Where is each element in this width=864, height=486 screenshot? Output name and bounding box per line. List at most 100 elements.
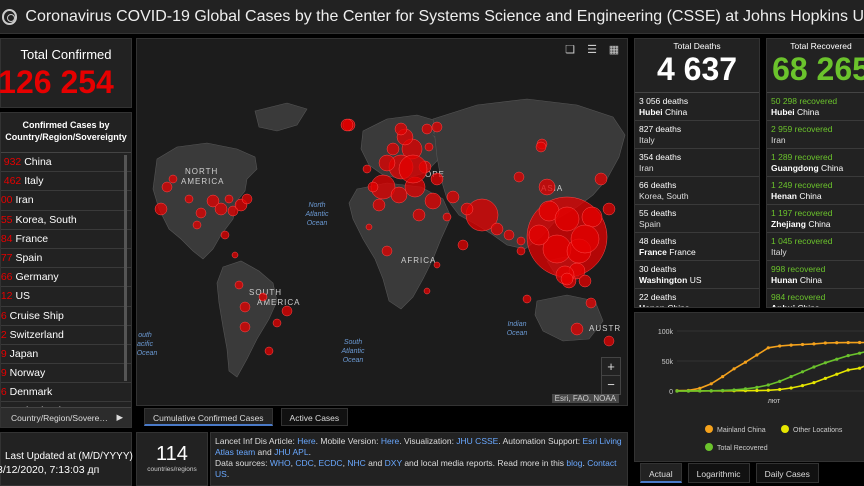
last-updated-label: Last Updated at (M/D/YYYY) xyxy=(5,451,133,462)
recovered-place-primary: Henan xyxy=(771,191,797,201)
jhu-csse-link[interactable]: JHU CSSE xyxy=(456,436,498,446)
recovered-list-item[interactable]: 2 959 recovered Iran xyxy=(767,121,864,149)
grid-icon[interactable]: ▦ xyxy=(607,43,621,57)
tab-active-cases[interactable]: Active Cases xyxy=(280,408,349,426)
chart-point xyxy=(800,342,805,347)
country-panel-header-line1: Confirmed Cases by xyxy=(22,120,110,130)
deaths-list-item[interactable]: 30 deaths Washington US xyxy=(635,261,759,289)
recovered-list[interactable]: 50 298 recovered Hubei China 2 959 recover… xyxy=(767,92,864,308)
blog-link[interactable]: blog xyxy=(566,458,582,468)
svg-text:Atlantic: Atlantic xyxy=(341,348,365,355)
chart-x-axis-label: лют xyxy=(768,398,781,405)
country-list-scrollbar[interactable] xyxy=(124,155,127,381)
header-bar: Coronavirus COVID-19 Global Cases by the… xyxy=(0,0,864,34)
country-list-item[interactable]: 39 Japan xyxy=(1,345,131,365)
deaths-list-item[interactable]: 48 deaths France France xyxy=(635,233,759,261)
country-list-item[interactable]: 966 Germany xyxy=(1,268,131,288)
deaths-list-item[interactable]: 55 deaths Spain xyxy=(635,205,759,233)
total-confirmed-label: Total Confirmed xyxy=(20,47,112,62)
deaths-place-primary: Henan xyxy=(639,303,665,308)
tab-cumulative-confirmed[interactable]: Cumulative Confirmed Cases xyxy=(144,408,273,426)
zoom-in-button[interactable]: + xyxy=(602,358,620,376)
chart-point xyxy=(835,372,839,376)
mobile-version-link[interactable]: Here xyxy=(381,436,399,446)
country-list-item[interactable]: 755 Korea, South xyxy=(1,211,131,230)
tab-logarithmic[interactable]: Logarithmic xyxy=(687,463,750,483)
chart-legend-label: Total Recovered xyxy=(717,445,768,452)
cdc-link[interactable]: CDC xyxy=(295,458,313,468)
country-case-count: 52 xyxy=(1,328,7,341)
chart-point xyxy=(812,342,816,346)
dxy-link[interactable]: DXY xyxy=(385,458,402,468)
lancet-article-link[interactable]: Here xyxy=(297,436,315,446)
recovered-list-item[interactable]: 1 249 recovered Henan China xyxy=(767,177,864,205)
next-arrow-icon[interactable]: ▶ xyxy=(116,412,123,423)
nhc-link[interactable]: NHC xyxy=(347,458,365,468)
svg-text:North: North xyxy=(308,202,325,209)
country-case-count: 29 xyxy=(1,367,7,380)
country-list-item[interactable]: 284 France xyxy=(1,230,131,249)
jhu-apl-link[interactable]: JHU APL xyxy=(274,447,309,457)
deaths-list-item[interactable]: 3 056 deaths Hubei China xyxy=(635,93,759,121)
zoom-out-button[interactable]: − xyxy=(602,376,620,394)
list-icon[interactable]: ☰ xyxy=(585,43,599,57)
who-link[interactable]: WHO xyxy=(270,458,291,468)
deaths-list[interactable]: 3 056 deaths Hubei China 827 deaths Italy 35… xyxy=(635,92,759,308)
country-name: Iran xyxy=(15,194,34,207)
deaths-place-secondary: Korea, South xyxy=(639,191,689,201)
cases-chart[interactable]: 100k 50k 0 лют Mainland China Other Locations… xyxy=(635,313,864,462)
bookmark-icon[interactable]: ❏ xyxy=(563,43,577,57)
map-toolbar: ❏ ☰ ▦ xyxy=(563,43,621,57)
tab-actual[interactable]: Actual xyxy=(640,463,682,483)
country-list-item[interactable]: 16 Denmark xyxy=(1,383,131,403)
regions-count-label: countries/regions xyxy=(147,466,197,473)
tab-daily-cases[interactable]: Daily Cases xyxy=(755,463,819,483)
country-list[interactable]: 0 932 China2 462 Italy000 Iran755 Korea,… xyxy=(1,153,131,413)
deaths-list-item[interactable]: 66 deaths Korea, South xyxy=(635,177,759,205)
country-panel-footer[interactable]: Country/Region/Sovere… ▶ xyxy=(1,407,131,427)
country-case-count: 284 xyxy=(1,232,13,245)
svg-text:Ocean: Ocean xyxy=(343,357,364,364)
zoom-controls: + − xyxy=(601,357,621,395)
recovered-place-primary: Zhejiang xyxy=(771,219,806,229)
deaths-list-item[interactable]: 827 deaths Italy xyxy=(635,121,759,149)
chart-point xyxy=(857,351,862,355)
chart-point xyxy=(755,353,759,357)
country-list-item[interactable]: 312 US xyxy=(1,287,131,307)
chart-point xyxy=(766,388,770,392)
recovered-place-secondary: China xyxy=(797,275,823,285)
country-list-item[interactable]: 277 Spain xyxy=(1,249,131,269)
recovered-list-item[interactable]: 984 recovered Anhui China xyxy=(767,289,864,308)
recovered-place-primary: Anhui xyxy=(771,303,796,308)
country-name: Cruise Ship xyxy=(9,309,64,322)
country-name: Italy xyxy=(24,175,44,188)
label-north-america: NORTH xyxy=(185,167,218,176)
map-view[interactable]: NORTH AMERICA SOUTH AMERICA OPE AFRICA A… xyxy=(136,38,628,406)
chart-point xyxy=(721,375,725,379)
page-title: Coronavirus COVID-19 Global Cases by the… xyxy=(25,7,864,25)
country-list-item[interactable]: 0 932 China xyxy=(1,153,131,173)
ecdc-link[interactable]: ECDC xyxy=(318,458,342,468)
country-list-item[interactable]: 2 462 Italy xyxy=(1,172,131,192)
deaths-place: Korea, South xyxy=(639,191,759,202)
deaths-list-item[interactable]: 354 deaths Iran xyxy=(635,149,759,177)
recovered-list-item[interactable]: 998 recovered Hunan China xyxy=(767,261,864,289)
deaths-count: 827 deaths xyxy=(639,124,682,134)
last-updated-value: 3/12/2020, 7:13:03 дп xyxy=(0,464,100,476)
country-list-item[interactable]: 000 Iran xyxy=(1,191,131,211)
country-list-item[interactable]: 52 Switzerland xyxy=(1,326,131,345)
regions-count-value: 114 xyxy=(156,443,188,465)
svg-text:Ocean: Ocean xyxy=(137,350,157,357)
recovered-list-item[interactable]: 1 197 recovered Zhejiang China xyxy=(767,205,864,233)
country-panel-header-line2: Country/Region/Sovereignty xyxy=(5,132,127,142)
info-text: . xyxy=(226,469,230,479)
map-attribution[interactable]: Esri, FAO, NOAA xyxy=(551,394,619,403)
country-list-item[interactable]: 96 Cruise Ship xyxy=(1,307,131,326)
deaths-list-item[interactable]: 22 deaths Henan China xyxy=(635,289,759,308)
label-africa: AFRICA xyxy=(401,256,436,265)
recovered-list-item[interactable]: 1 289 recovered Guangdong China xyxy=(767,149,864,177)
recovered-list-item[interactable]: 50 298 recovered Hubei China xyxy=(767,93,864,121)
recovered-list-item[interactable]: 1 045 recovered Italy xyxy=(767,233,864,261)
country-list-item[interactable]: 29 Norway xyxy=(1,364,131,384)
world-map[interactable]: NORTH AMERICA SOUTH AMERICA OPE AFRICA A… xyxy=(137,39,628,406)
